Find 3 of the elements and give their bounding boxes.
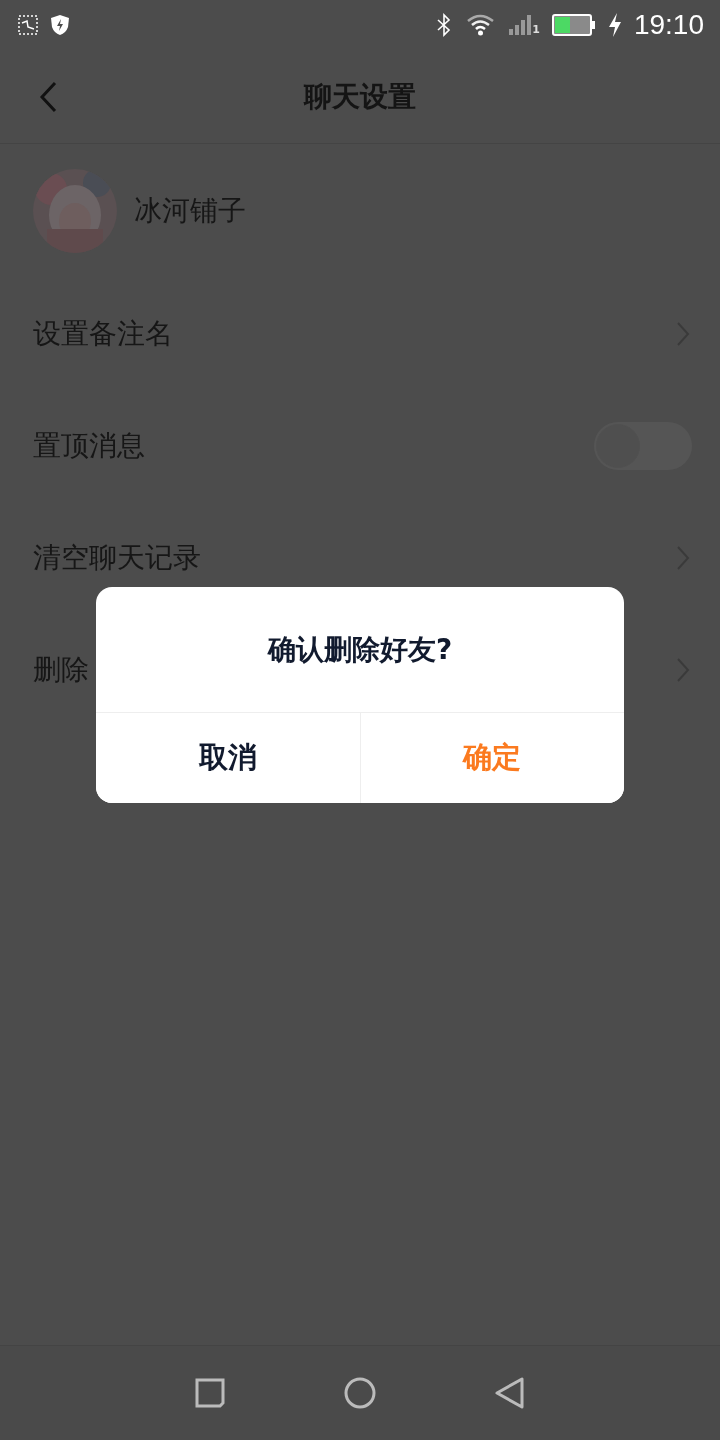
status-time: 19:10 [633, 9, 704, 41]
sim-number: 1 [532, 23, 540, 36]
page-title: 聊天设置 [304, 78, 416, 115]
